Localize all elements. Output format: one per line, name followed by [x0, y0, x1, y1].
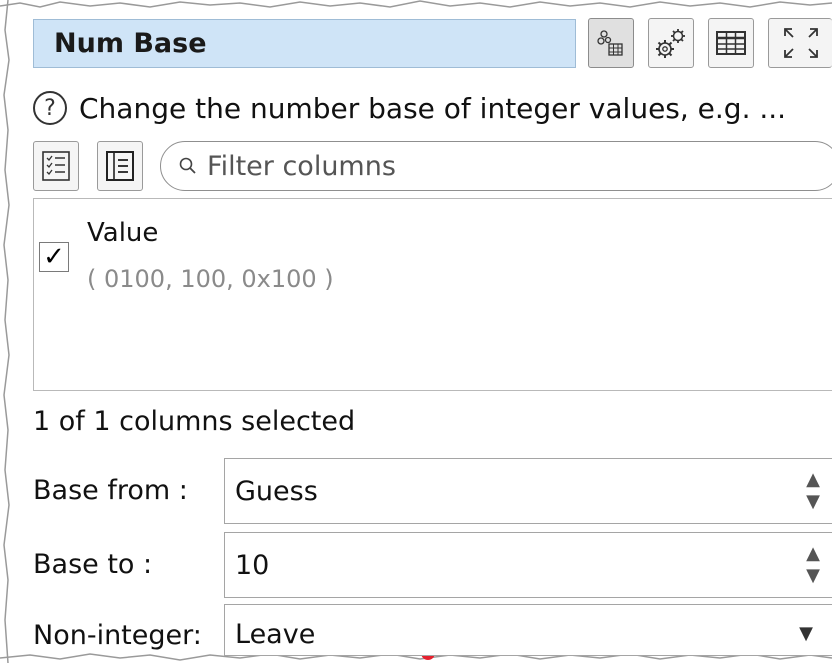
spin-up-icon[interactable]: ▲	[806, 543, 820, 565]
maximize-button[interactable]	[768, 18, 832, 68]
base-to-field[interactable]: 10 ▲ ▼	[224, 532, 832, 598]
node-title-bar[interactable]: Num Base	[33, 19, 576, 68]
spin-down-icon[interactable]: ▼	[806, 491, 820, 513]
node-data-icon	[597, 30, 623, 56]
checklist-icon	[42, 151, 70, 181]
spin-up-icon[interactable]: ▲	[806, 469, 820, 491]
checkmark-icon: ✓	[43, 242, 65, 272]
maximize-icon	[783, 28, 818, 58]
column-checkbox[interactable]: ✓	[39, 242, 69, 272]
base-from-spinner[interactable]: ▲ ▼	[793, 459, 832, 523]
list-icon	[106, 151, 134, 181]
base-to-label: Base to :	[33, 549, 153, 580]
base-from-value: Guess	[235, 475, 318, 507]
column-name: Value	[87, 218, 159, 248]
torn-left-edge	[3, 0, 10, 663]
chevron-down-icon[interactable]: ▼	[799, 623, 813, 644]
node-data-button[interactable]	[588, 18, 634, 68]
base-from-label: Base from :	[33, 475, 188, 506]
base-to-spinner[interactable]: ▲ ▼	[793, 533, 832, 597]
column-sample-values: ( 0100, 100, 0x100 )	[87, 265, 334, 293]
filter-columns-input[interactable]	[205, 149, 809, 183]
node-title: Num Base	[54, 28, 207, 59]
non-integer-label: Non-integer:	[33, 620, 202, 651]
description-row: ? Change the number base of integer valu…	[33, 86, 786, 130]
table-view-icon	[716, 31, 746, 55]
non-integer-value: Leave	[235, 619, 316, 650]
non-integer-dropdown[interactable]: Leave ▼	[224, 604, 832, 656]
base-from-field[interactable]: Guess ▲ ▼	[224, 458, 832, 524]
search-icon	[179, 157, 196, 174]
settings-button[interactable]	[648, 18, 694, 68]
table-view-button[interactable]	[708, 18, 754, 68]
base-to-value: 10	[235, 549, 270, 581]
torn-top-edge	[0, 0, 832, 8]
settings-gears-icon	[656, 29, 685, 58]
selection-status: 1 of 1 columns selected	[33, 406, 356, 437]
node-description: Change the number base of integer values…	[79, 91, 787, 125]
toggle-selection-button[interactable]	[33, 141, 79, 191]
num-base-panel: Num Base ? Change the number base of int…	[0, 0, 832, 663]
help-icon[interactable]: ?	[33, 91, 67, 125]
spin-down-icon[interactable]: ▼	[806, 565, 820, 587]
column-list-button[interactable]	[97, 141, 143, 191]
column-list: ✓ Value ( 0100, 100, 0x100 )	[33, 198, 832, 391]
filter-columns-field[interactable]	[160, 141, 832, 191]
